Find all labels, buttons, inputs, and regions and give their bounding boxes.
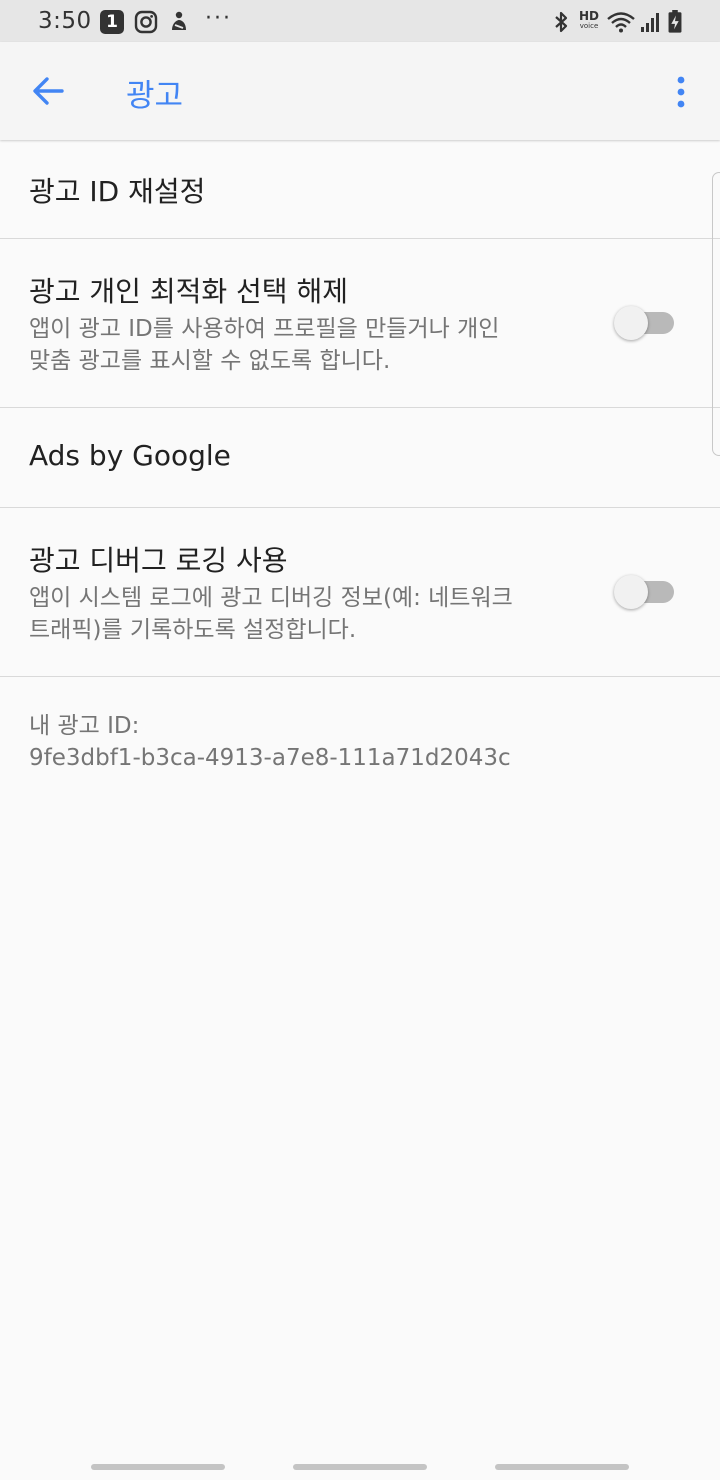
opt-out-title: 광고 개인 최적화 선택 해제 bbox=[29, 275, 348, 308]
ad-id-info: 내 광고 ID: 9fe3dbf1-b3ca-4913-a7e8-111a71d… bbox=[29, 710, 511, 774]
cell-signal-icon bbox=[641, 13, 659, 32]
ad-id-label: 내 광고 ID: bbox=[29, 713, 140, 739]
reset-ad-id-item[interactable]: 광고 ID 재설정 bbox=[0, 140, 720, 239]
edge-panel-handle[interactable] bbox=[712, 172, 720, 456]
instagram-icon bbox=[134, 10, 158, 34]
navigation-bar bbox=[0, 1430, 720, 1480]
debug-logging-title: 광고 디버그 로깅 사용 bbox=[29, 544, 288, 577]
battery-charging-icon bbox=[668, 10, 682, 33]
ads-by-google-label: Ads by Google bbox=[29, 439, 231, 472]
page-title: 광고 bbox=[126, 78, 184, 114]
ad-id-value: 9fe3dbf1-b3ca-4913-a7e8-111a71d2043c bbox=[29, 745, 511, 771]
toggle-thumb bbox=[614, 575, 648, 609]
app-bar: 광고 bbox=[0, 42, 720, 140]
status-bar: 3:50 1 ··· HD voice bbox=[0, 0, 720, 42]
ads-by-google-item[interactable]: Ads by Google bbox=[0, 408, 720, 508]
status-time: 3:50 bbox=[38, 8, 92, 34]
debug-logging-description: 앱이 시스템 로그에 광고 디버깅 정보(예: 네트워크 트래픽)를 기록하도록… bbox=[29, 585, 513, 643]
more-vert-icon[interactable] bbox=[668, 72, 694, 112]
opt-out-toggle[interactable] bbox=[614, 303, 678, 343]
nav-home-gesture[interactable] bbox=[293, 1464, 427, 1470]
toggle-thumb bbox=[614, 306, 648, 340]
opt-out-description: 앱이 광고 ID를 사용하여 프로필을 만들거나 개인 맞춤 광고를 표시할 수… bbox=[29, 316, 500, 374]
reset-ad-id-label: 광고 ID 재설정 bbox=[29, 175, 206, 208]
number-badge-icon: 1 bbox=[100, 10, 124, 34]
debug-logging-toggle[interactable] bbox=[614, 572, 678, 612]
app-notification-icon bbox=[172, 11, 186, 30]
bluetooth-icon bbox=[555, 11, 568, 33]
more-dots-icon: ··· bbox=[205, 6, 232, 31]
ad-personalization-opt-out-item[interactable]: 광고 개인 최적화 선택 해제 앱이 광고 ID를 사용하여 프로필을 만들거나… bbox=[0, 239, 720, 408]
nav-recents-gesture[interactable] bbox=[91, 1464, 225, 1470]
back-arrow-icon[interactable] bbox=[30, 75, 66, 107]
hd-voice-icon: HD voice bbox=[578, 9, 599, 30]
nav-back-gesture[interactable] bbox=[495, 1464, 629, 1470]
settings-list: 광고 ID 재설정 광고 개인 최적화 선택 해제 앱이 광고 ID를 사용하여… bbox=[0, 140, 720, 677]
wifi-icon bbox=[607, 12, 635, 33]
ad-debug-logging-item[interactable]: 광고 디버그 로깅 사용 앱이 시스템 로그에 광고 디버깅 정보(예: 네트워… bbox=[0, 508, 720, 677]
